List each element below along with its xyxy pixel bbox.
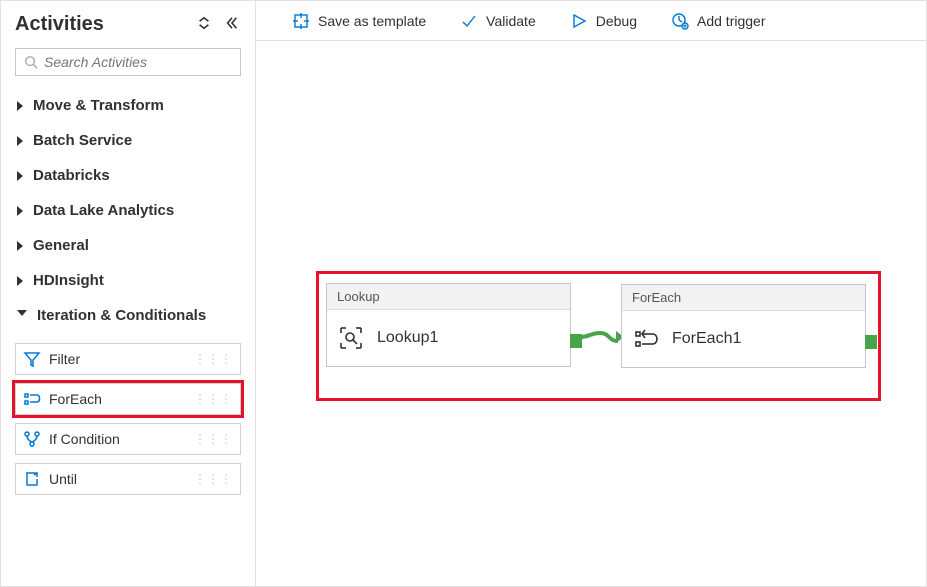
canvas-node-lookup[interactable]: Lookup Lookup1 (326, 283, 571, 367)
drag-handle-icon: ⋮⋮⋮ (194, 352, 233, 366)
activity-item-until[interactable]: Until ⋮⋮⋮ (15, 463, 241, 495)
sidebar-title: Activities (15, 13, 104, 36)
search-activities-box[interactable] (15, 48, 241, 76)
category-iteration-conditionals[interactable]: Iteration & Conditionals (11, 298, 245, 333)
foreach-icon (23, 390, 41, 408)
foreach-icon (632, 325, 660, 353)
category-hdinsight[interactable]: HDInsight (11, 263, 245, 298)
node-name: Lookup1 (377, 329, 438, 347)
activity-item-filter[interactable]: Filter ⋮⋮⋮ (15, 343, 241, 375)
connector-arrow (580, 329, 624, 345)
output-port[interactable] (865, 335, 877, 349)
activity-item-if-condition[interactable]: If Condition ⋮⋮⋮ (15, 423, 241, 455)
save-template-icon (292, 12, 310, 30)
debug-button[interactable]: Debug (570, 12, 637, 30)
canvas-node-foreach[interactable]: ForEach ForEach1 (621, 284, 866, 368)
play-icon (570, 12, 588, 30)
activities-sidebar: Activities Move & Transform Batch Servic… (1, 1, 256, 586)
until-icon (23, 470, 41, 488)
save-as-template-button[interactable]: Save as template (292, 12, 426, 30)
activity-item-foreach[interactable]: ForEach ⋮⋮⋮ (15, 383, 241, 415)
collapse-expand-icon[interactable] (197, 16, 211, 33)
pipeline-canvas[interactable]: Lookup Lookup1 ForEach ForE (256, 41, 926, 586)
validate-button[interactable]: Validate (460, 12, 536, 30)
drag-handle-icon: ⋮⋮⋮ (194, 392, 233, 406)
drag-handle-icon: ⋮⋮⋮ (194, 472, 233, 486)
search-input[interactable] (44, 54, 232, 70)
node-name: ForEach1 (672, 330, 741, 348)
check-icon (460, 12, 478, 30)
category-general[interactable]: General (11, 228, 245, 263)
category-data-lake-analytics[interactable]: Data Lake Analytics (11, 193, 245, 228)
toolbar: Save as template Validate Debug Add trig… (256, 1, 926, 41)
category-batch-service[interactable]: Batch Service (11, 123, 245, 158)
category-move-transform[interactable]: Move & Transform (11, 88, 245, 123)
node-header: Lookup (327, 284, 570, 310)
branch-icon (23, 430, 41, 448)
lookup-icon (337, 324, 365, 352)
trigger-icon (671, 12, 689, 30)
collapse-panel-icon[interactable] (225, 16, 239, 33)
add-trigger-button[interactable]: Add trigger (671, 12, 765, 30)
node-header: ForEach (622, 285, 865, 311)
drag-handle-icon: ⋮⋮⋮ (194, 432, 233, 446)
filter-icon (23, 350, 41, 368)
category-databricks[interactable]: Databricks (11, 158, 245, 193)
search-icon (24, 55, 38, 69)
